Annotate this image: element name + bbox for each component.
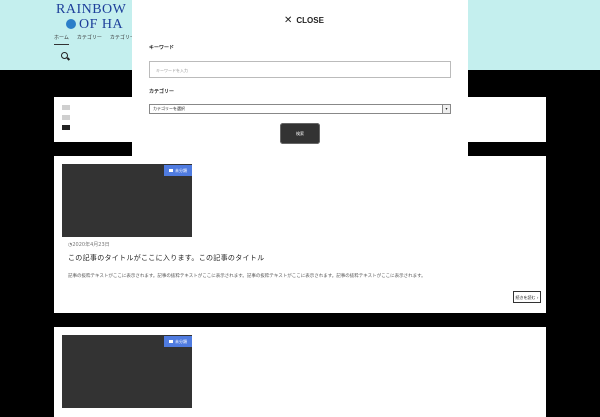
logo-line1: RAINBOW xyxy=(56,2,127,17)
search-button[interactable]: 検索 xyxy=(280,123,320,144)
category-badge[interactable]: 未分類 xyxy=(164,165,192,176)
close-label: CLOSE xyxy=(296,16,324,25)
search-icon[interactable] xyxy=(61,52,68,59)
keyword-input[interactable]: キーワードを入力 xyxy=(149,61,451,78)
category-label: カテゴリー xyxy=(149,89,175,95)
chevron-down-icon: ▾ xyxy=(442,105,450,113)
close-icon: ✕ xyxy=(284,15,293,26)
category-label: 未分類 xyxy=(175,339,187,344)
keyword-label: キーワード xyxy=(149,45,175,51)
post-card: 未分類 xyxy=(54,327,546,417)
post-excerpt: 記事の抜粋テキストがここに表示されます。記事の抜粋テキストがここに表示されます。… xyxy=(68,274,426,279)
read-more-label: 続きを読む xyxy=(515,295,536,300)
nav-item[interactable]: カテゴリー xyxy=(77,34,102,45)
category-badge[interactable]: 未分類 xyxy=(164,336,192,347)
post-card: 未分類 ◔2020年4月23日 この記事のタイトルがここに入ります。この記事のタ… xyxy=(54,156,546,313)
search-modal: ✕ CLOSE キーワード キーワードを入力 カテゴリー カテゴリーを選択 ▾ 検索 xyxy=(132,0,468,157)
site-logo[interactable]: RAINBOW OF HA xyxy=(56,2,126,32)
folder-icon xyxy=(169,340,173,343)
card-view-icon[interactable] xyxy=(62,105,70,110)
logo-line2: OF HA xyxy=(79,17,124,32)
post-thumbnail[interactable]: 未分類 xyxy=(62,164,192,237)
list-view-icon[interactable] xyxy=(62,125,70,130)
turtle-icon xyxy=(66,19,76,29)
nav-item-home[interactable]: ホーム xyxy=(54,34,69,45)
folder-icon xyxy=(169,169,173,172)
post-thumbnail[interactable]: 未分類 xyxy=(62,335,192,408)
category-select-value: カテゴリーを選択 xyxy=(153,106,185,111)
post-date-text: 2020年4月23日 xyxy=(72,242,110,248)
category-select[interactable]: カテゴリーを選択 ▾ xyxy=(149,104,451,114)
read-more-button[interactable]: 続きを読む › xyxy=(513,291,541,303)
grid-view-icon[interactable] xyxy=(62,115,70,120)
post-title[interactable]: この記事のタイトルがここに入ります。この記事のタイトル xyxy=(68,253,264,263)
chevron-right-icon: › xyxy=(536,295,539,300)
post-date: ◔2020年4月23日 xyxy=(68,241,110,248)
close-button[interactable]: ✕ CLOSE xyxy=(284,15,324,26)
category-label: 未分類 xyxy=(175,168,187,173)
